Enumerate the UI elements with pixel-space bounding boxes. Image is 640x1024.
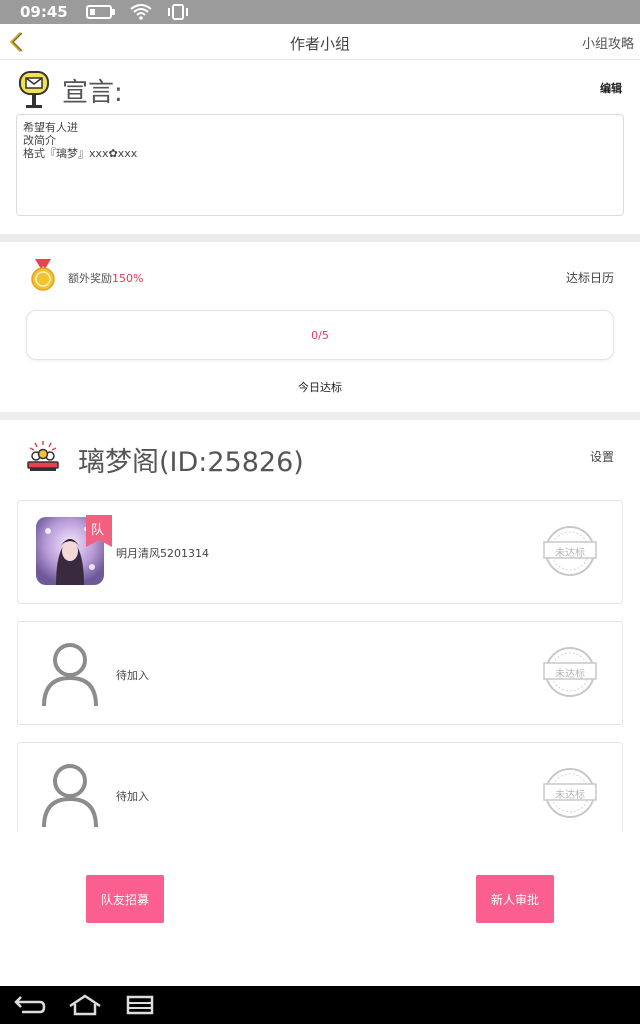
manifesto-line: 格式『璃梦』xxx✿xxx bbox=[23, 147, 138, 160]
member-name: 待加入 bbox=[116, 669, 149, 682]
mailbox-icon bbox=[18, 70, 50, 110]
battery-icon bbox=[85, 5, 116, 19]
today-target-label: 今日达标 bbox=[298, 381, 342, 394]
bonus-label: 额外奖励 bbox=[68, 272, 112, 285]
person-placeholder-icon bbox=[40, 638, 100, 707]
member-card[interactable]: 队 明月清风5201314 未达标 bbox=[17, 500, 623, 604]
medal-icon bbox=[30, 258, 56, 292]
stamp-icon: 未达标 bbox=[542, 767, 598, 819]
progress-bar: 0/5 bbox=[26, 310, 614, 360]
settings-link[interactable]: 设置 bbox=[590, 448, 614, 465]
title-bar: 作者小组 小组攻略 bbox=[0, 24, 640, 60]
stamp-icon: 未达标 bbox=[542, 646, 598, 698]
page-title: 作者小组 bbox=[289, 35, 350, 53]
wifi-icon bbox=[130, 4, 152, 20]
member-name: 明月清风5201314 bbox=[116, 547, 209, 560]
recent-apps-icon[interactable] bbox=[124, 994, 158, 1016]
manifesto-section: 宣言: 编辑 希望有人进 改简介 格式『璃梦』xxx✿xxx bbox=[0, 60, 640, 234]
group-people-icon bbox=[26, 440, 60, 472]
home-icon[interactable] bbox=[68, 994, 102, 1016]
group-guide-link[interactable]: 小组攻略 bbox=[582, 33, 634, 52]
member-card[interactable]: 待加入 未达标 bbox=[17, 742, 623, 832]
manifesto-line: 希望有人进 bbox=[23, 121, 78, 134]
action-bar: 队友招募 新人审批 bbox=[0, 832, 640, 986]
manifesto-line: 改简介 bbox=[23, 134, 56, 147]
stamp-label: 未达标 bbox=[555, 790, 585, 801]
status-bar: 09:45 bbox=[0, 0, 640, 24]
progress-count: 0/5 bbox=[311, 329, 329, 342]
manifesto-heading: 宣言: bbox=[62, 78, 123, 108]
section-divider bbox=[0, 234, 640, 242]
back-icon[interactable] bbox=[12, 994, 46, 1016]
bonus-percentage: 150% bbox=[112, 272, 144, 285]
stamp-icon: 未达标 bbox=[542, 525, 598, 577]
system-nav-bar bbox=[0, 986, 640, 1024]
reward-section: 额外奖励150% 达标日历 0/5 今日达标 bbox=[0, 242, 640, 412]
manifesto-textbox[interactable]: 希望有人进 改简介 格式『璃梦』xxx✿xxx bbox=[16, 114, 624, 216]
group-section: 璃梦阁(ID:25826) 设置 队 明月清风5201314 未达标 待加入 未… bbox=[0, 420, 640, 832]
approve-newcomers-button[interactable]: 新人审批 bbox=[476, 875, 554, 923]
person-placeholder-icon bbox=[40, 759, 100, 828]
member-card[interactable]: 待加入 未达标 bbox=[17, 621, 623, 725]
bonus-text: 额外奖励150% bbox=[68, 270, 143, 286]
recruit-button[interactable]: 队友招募 bbox=[86, 875, 164, 923]
clock: 09:45 bbox=[20, 3, 68, 21]
section-divider bbox=[0, 412, 640, 420]
edit-button[interactable]: 编辑 bbox=[600, 80, 622, 96]
captain-badge-icon: 队 bbox=[86, 515, 112, 547]
vibrate-icon bbox=[166, 4, 190, 20]
calendar-link[interactable]: 达标日历 bbox=[566, 269, 614, 286]
group-name: 璃梦阁(ID:25826) bbox=[78, 447, 304, 478]
stamp-label: 未达标 bbox=[555, 669, 585, 680]
member-name: 待加入 bbox=[116, 790, 149, 803]
stamp-label: 未达标 bbox=[555, 548, 585, 559]
captain-badge-label: 队 bbox=[91, 523, 105, 538]
